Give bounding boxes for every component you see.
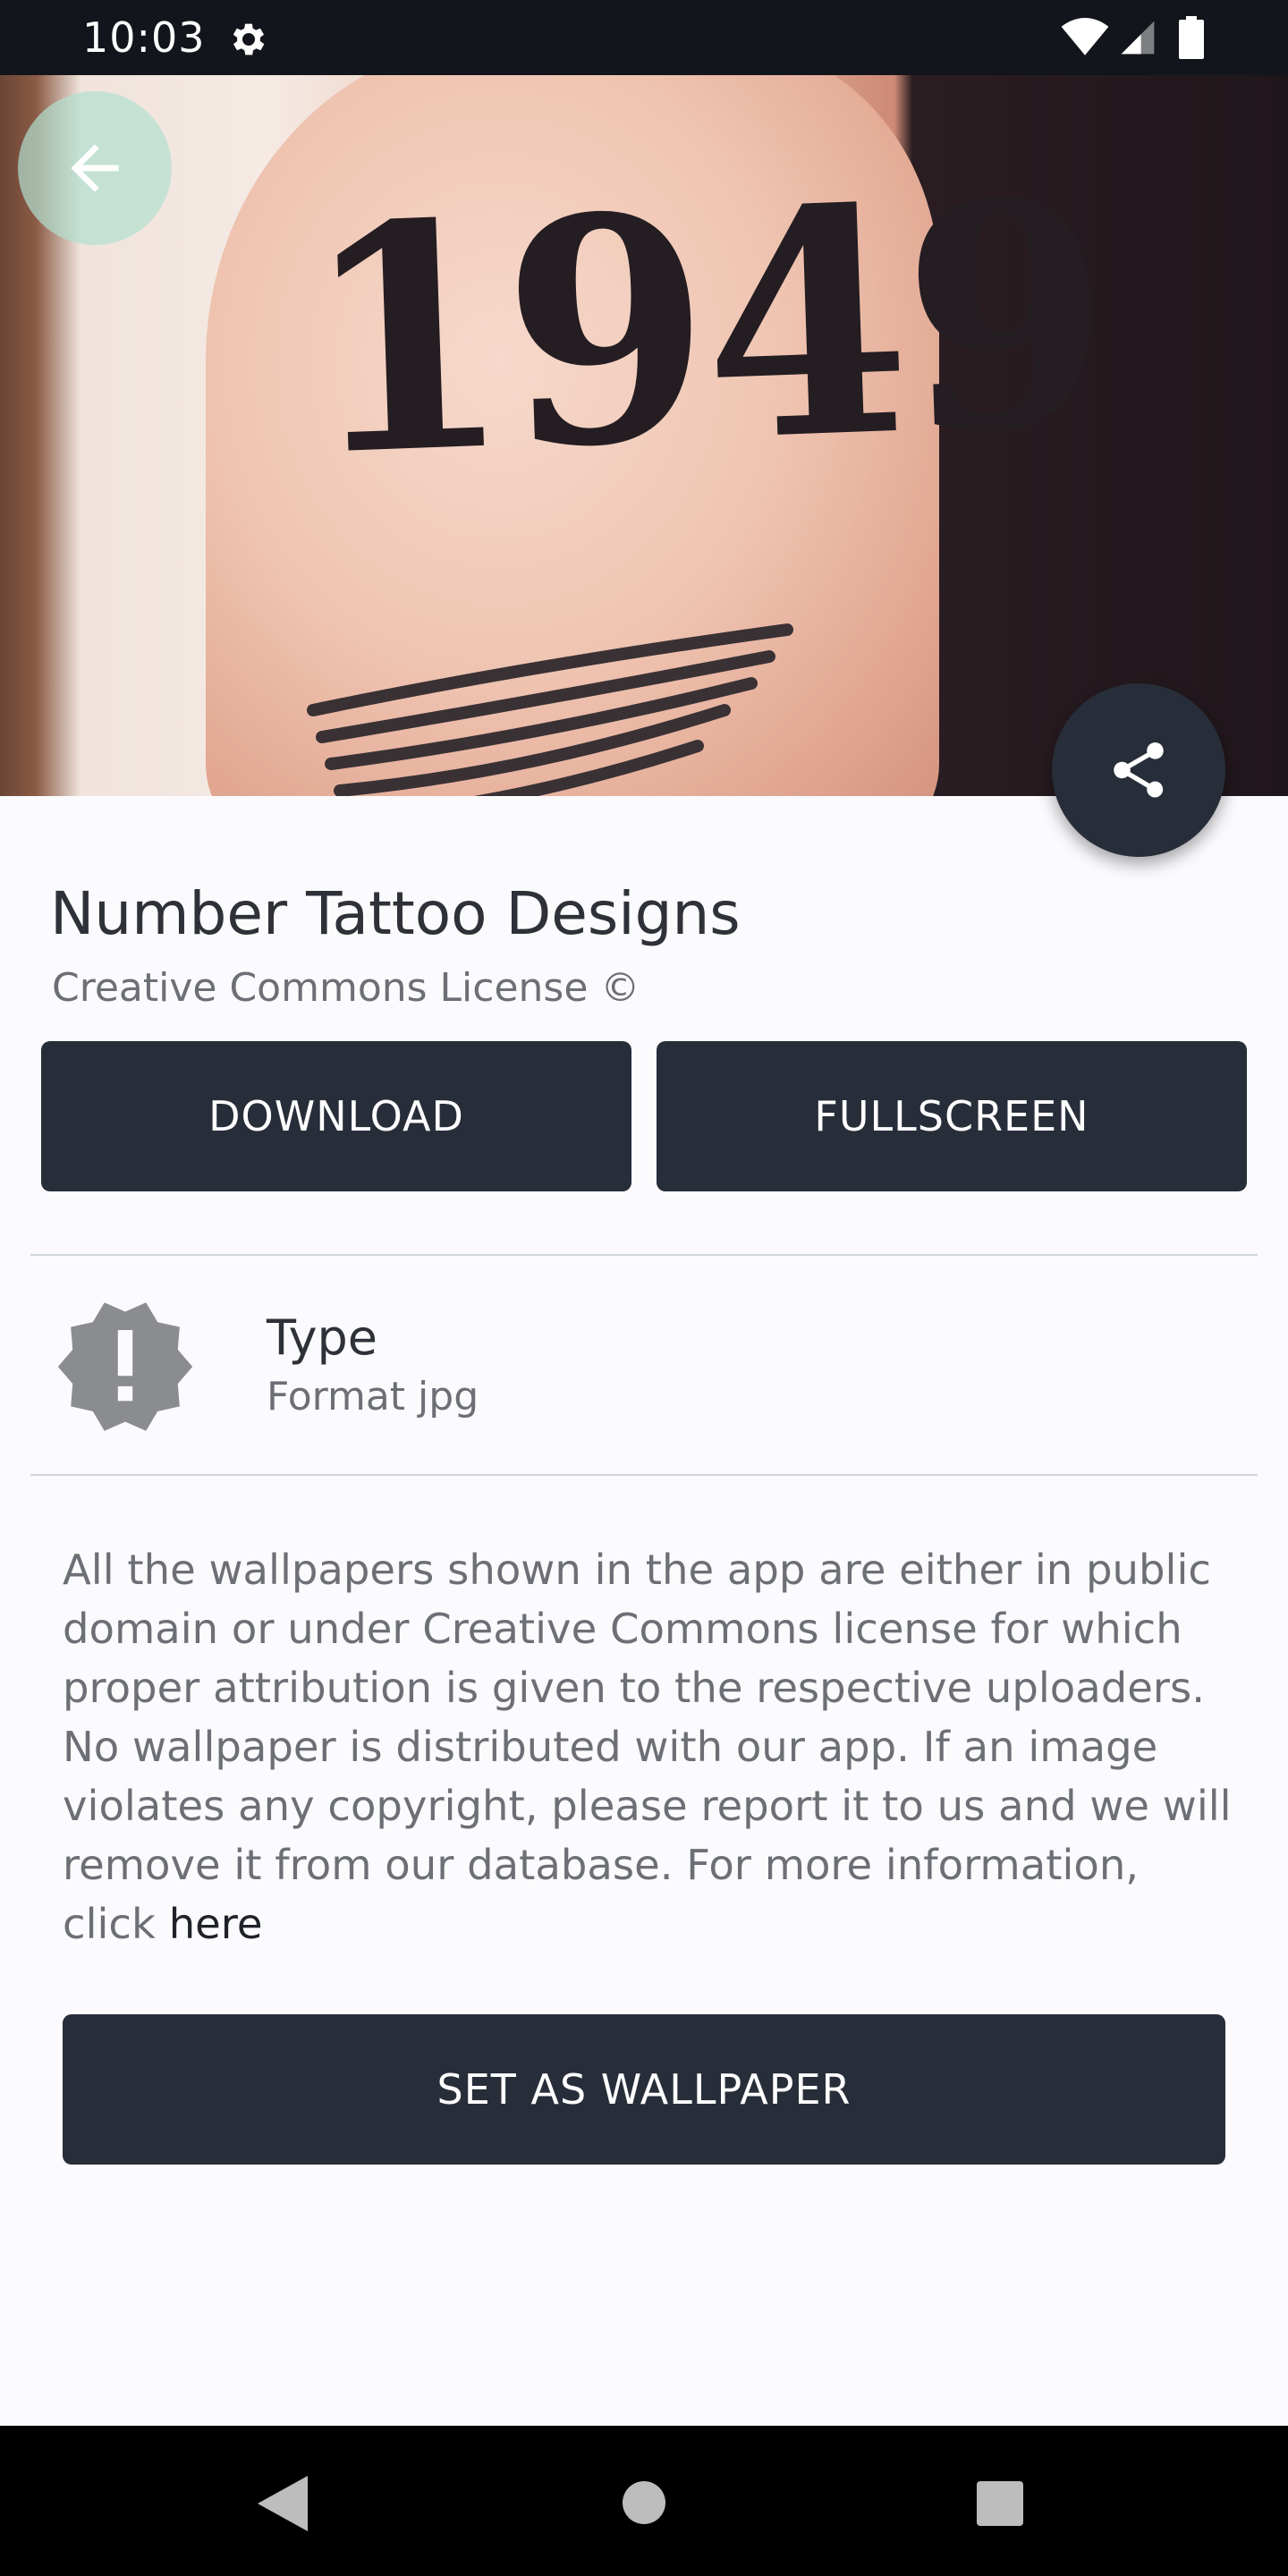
nav-recents-icon[interactable]: [977, 2481, 1023, 2526]
set-as-wallpaper-button[interactable]: SET AS WALLPAPER: [63, 2014, 1225, 2165]
settings-gear-icon: [233, 23, 265, 55]
hero-wings-graphic: [307, 623, 793, 796]
fullscreen-button[interactable]: FULLSCREEN: [657, 1041, 1247, 1191]
wallpaper-title: Number Tattoo Designs: [50, 879, 741, 948]
copyright-disclaimer: All the wallpapers shown in the app are …: [63, 1540, 1243, 1953]
license-subtitle: Creative Commons License ©: [52, 965, 640, 1011]
disclaimer-text: All the wallpapers shown in the app are …: [63, 1546, 1232, 1948]
share-icon: [1114, 742, 1164, 798]
divider: [30, 1474, 1258, 1476]
divider: [30, 1254, 1258, 1256]
arrow-back-icon: [71, 144, 119, 192]
status-time: 10:03: [82, 13, 206, 62]
nav-home-icon[interactable]: [623, 2481, 665, 2524]
alert-badge-icon: [57, 1302, 193, 1431]
info-format-value: Format jpg: [267, 1374, 479, 1419]
more-info-link[interactable]: here: [169, 1900, 263, 1948]
cellular-signal-icon: [1121, 21, 1155, 55]
share-button[interactable]: [1052, 683, 1225, 857]
wifi-icon: [1061, 18, 1109, 55]
status-bar: 10:03: [0, 0, 1288, 75]
back-button[interactable]: [18, 91, 172, 245]
battery-icon: [1179, 16, 1204, 59]
info-type-label: Type: [267, 1309, 378, 1366]
nav-back-icon[interactable]: [258, 2476, 308, 2531]
wallpaper-preview-image[interactable]: 1949: [0, 75, 1288, 796]
system-nav-bar: [0, 2426, 1288, 2576]
hero-tattoo-number: 1949: [298, 131, 1110, 525]
download-button[interactable]: DOWNLOAD: [41, 1041, 631, 1191]
